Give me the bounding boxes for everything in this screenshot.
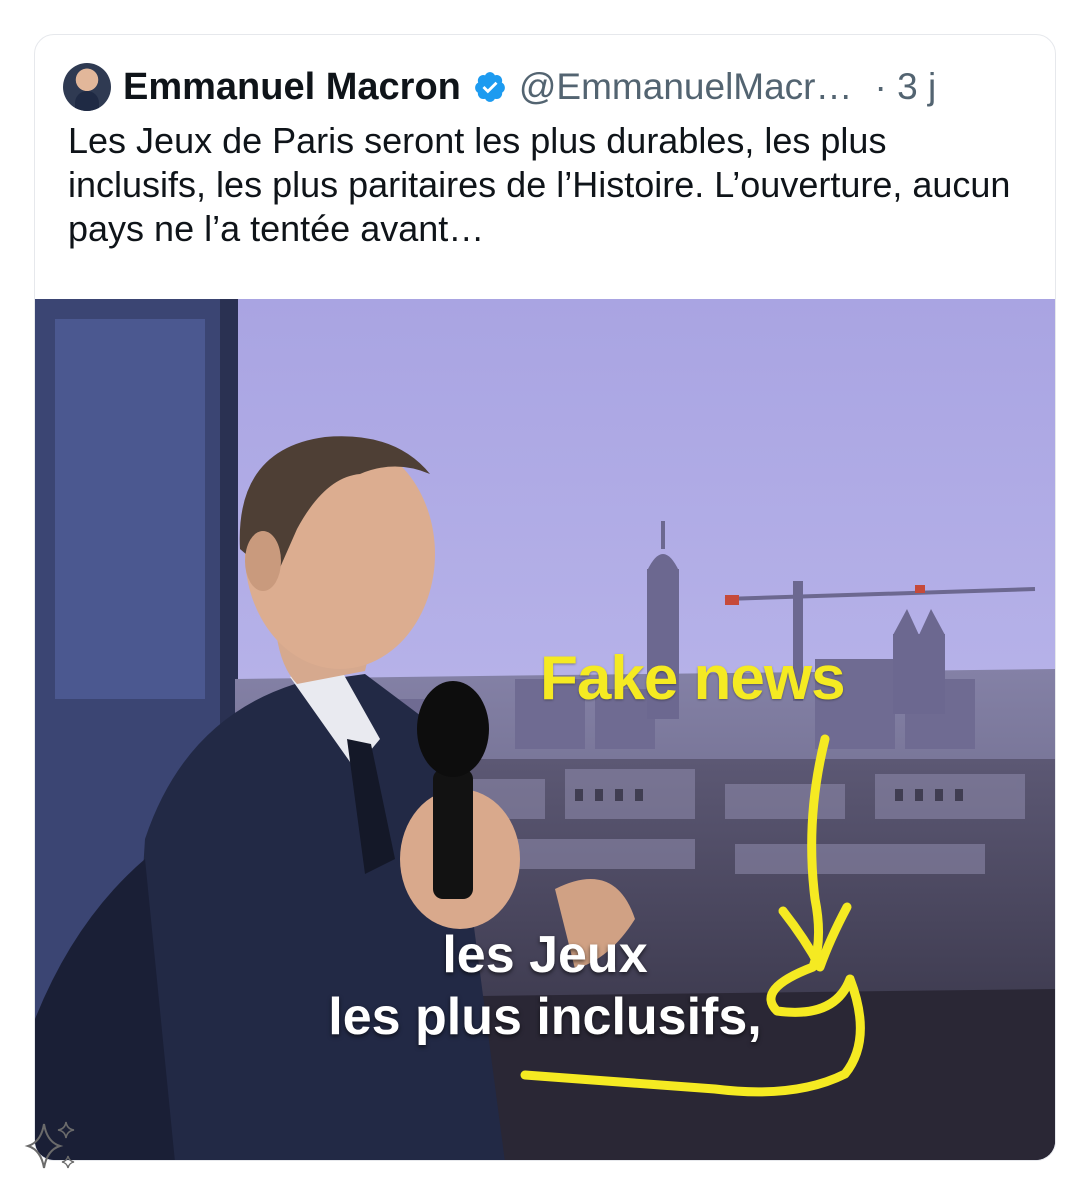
tweet-card[interactable]: Emmanuel Macron @EmmanuelMacr… · 3 j Les…	[34, 34, 1056, 1161]
sparkle-icon	[24, 1121, 75, 1169]
video-caption-line-1: les Jeux	[442, 926, 648, 984]
tweet-media[interactable]: Fake news les Jeux les plus inclusifs,	[35, 299, 1055, 1160]
avatar[interactable]	[63, 63, 111, 111]
video-caption-line-2: les plus inclusifs,	[328, 988, 762, 1046]
tweet-time[interactable]: · 3 j	[875, 66, 937, 108]
author-handle[interactable]: @EmmanuelMacr…	[519, 66, 853, 108]
author-name[interactable]: Emmanuel Macron	[123, 66, 461, 109]
verified-badge-icon	[474, 72, 505, 102]
fake-news-annotation: Fake news	[540, 644, 846, 713]
tweet-text: Les Jeux de Paris seront les plus durabl…	[68, 120, 1011, 249]
tweet-header: Emmanuel Macron @EmmanuelMacr… · 3 j	[63, 55, 1035, 119]
